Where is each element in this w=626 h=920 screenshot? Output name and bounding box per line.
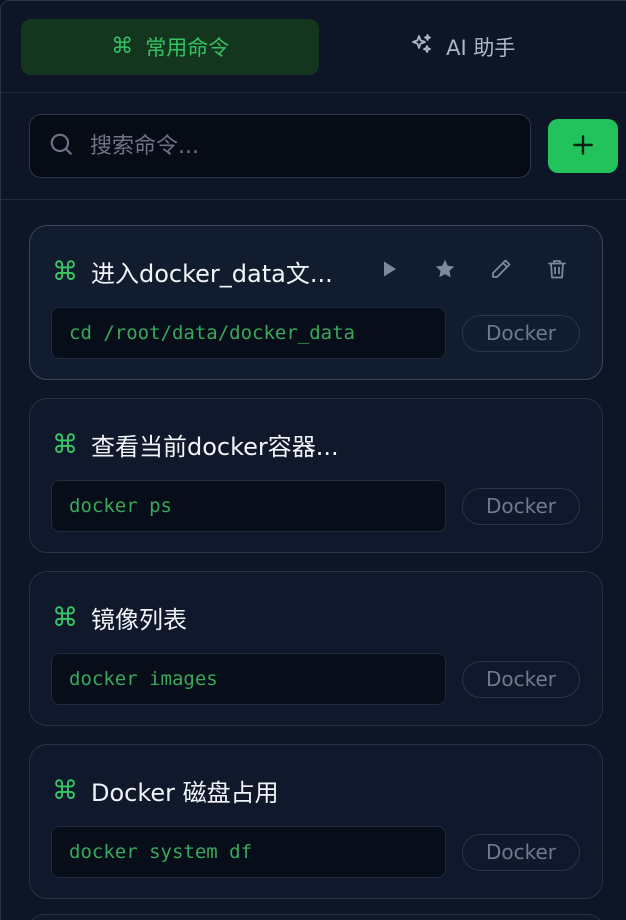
search-input[interactable] bbox=[90, 133, 513, 159]
tab-ai-assistant[interactable]: AI 助手 bbox=[319, 19, 606, 75]
tab-bar: ⌘ 常用命令 AI 助手 bbox=[1, 1, 626, 93]
command-panel: ⌘ 常用命令 AI 助手 搜索命令... ⌘ 进入docker_data文...… bbox=[0, 0, 626, 920]
search-icon bbox=[48, 131, 74, 161]
tab-label: 常用命令 bbox=[145, 35, 230, 60]
command-card-partial[interactable] bbox=[29, 914, 603, 920]
command-code: docker ps bbox=[51, 480, 446, 532]
command-icon: ⌘ bbox=[52, 602, 78, 633]
tag-badge: Docker bbox=[462, 487, 580, 525]
command-icon: ⌘ bbox=[111, 33, 134, 59]
delete-icon[interactable] bbox=[544, 256, 570, 282]
command-title: 镜像列表 bbox=[91, 606, 187, 634]
tag-badge: Docker bbox=[462, 833, 580, 871]
card-actions bbox=[376, 256, 570, 282]
sparkles-icon bbox=[410, 32, 434, 61]
tab-common-commands[interactable]: ⌘ 常用命令 bbox=[21, 18, 320, 75]
command-icon: ⌘ bbox=[52, 429, 78, 460]
add-command-button[interactable] bbox=[548, 119, 618, 173]
plus-icon bbox=[570, 132, 596, 161]
command-icon: ⌘ bbox=[52, 256, 78, 287]
run-icon[interactable] bbox=[376, 256, 402, 282]
command-card[interactable]: ⌘ 镜像列表 docker images Docker bbox=[29, 571, 603, 726]
command-title: 查看当前docker容器... bbox=[91, 433, 339, 461]
command-list: ⌘ 进入docker_data文... cd /root/data/docker… bbox=[1, 200, 626, 899]
search-box bbox=[29, 114, 532, 178]
command-card[interactable]: ⌘ 查看当前docker容器... docker ps Docker bbox=[29, 398, 603, 553]
search-row bbox=[1, 93, 626, 200]
command-title: Docker 磁盘占用 bbox=[91, 779, 279, 807]
command-card[interactable]: ⌘ 进入docker_data文... cd /root/data/docker… bbox=[29, 225, 603, 380]
tag-badge: Docker bbox=[462, 314, 580, 352]
command-code: docker system df bbox=[51, 826, 446, 878]
command-code: docker images bbox=[51, 653, 446, 705]
command-card[interactable]: ⌘ Docker 磁盘占用 docker system df Docker bbox=[29, 744, 603, 899]
star-icon[interactable] bbox=[432, 256, 458, 282]
tab-label: AI 助手 bbox=[446, 35, 516, 60]
command-title: 进入docker_data文... bbox=[91, 260, 333, 288]
command-icon: ⌘ bbox=[52, 775, 78, 806]
edit-icon[interactable] bbox=[488, 256, 514, 282]
command-code: cd /root/data/docker_data bbox=[51, 307, 446, 359]
tag-badge: Docker bbox=[462, 660, 580, 698]
